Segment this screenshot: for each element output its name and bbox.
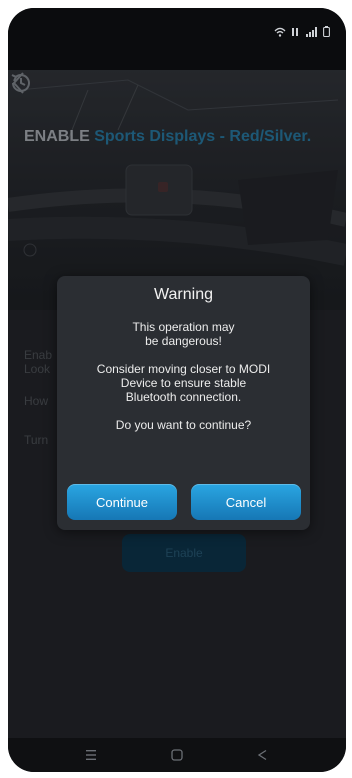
navigation-bar bbox=[8, 738, 346, 772]
recent-apps-icon[interactable] bbox=[84, 749, 98, 761]
status-bar bbox=[8, 8, 346, 56]
phone-frame: ENABLE Sports Displays - Red/Silver. Ena… bbox=[8, 8, 346, 772]
battery-icon bbox=[323, 26, 330, 37]
signal-icon bbox=[306, 26, 317, 37]
warning-dialog: Warning This operation may be dangerous!… bbox=[57, 276, 310, 530]
dialog-line-4: Device to ensure stable bbox=[120, 376, 247, 390]
home-icon[interactable] bbox=[170, 748, 184, 762]
dialog-message: This operation may be dangerous! Conside… bbox=[57, 320, 310, 432]
continue-button[interactable]: Continue bbox=[67, 484, 177, 520]
dialog-line-1: This operation may bbox=[132, 320, 235, 334]
back-triangle-icon[interactable] bbox=[256, 748, 270, 762]
status-icons bbox=[274, 26, 330, 37]
dialog-title: Warning bbox=[154, 286, 213, 303]
wifi-icon bbox=[274, 27, 286, 37]
dialog-question: Do you want to continue? bbox=[115, 418, 252, 432]
network-icon bbox=[292, 27, 298, 36]
cancel-button[interactable]: Cancel bbox=[191, 484, 301, 520]
dialog-line-3: Consider moving closer to MODI bbox=[96, 362, 271, 376]
dialog-line-5: Bluetooth connection. bbox=[125, 390, 242, 404]
dialog-line-2: be dangerous! bbox=[145, 334, 222, 348]
